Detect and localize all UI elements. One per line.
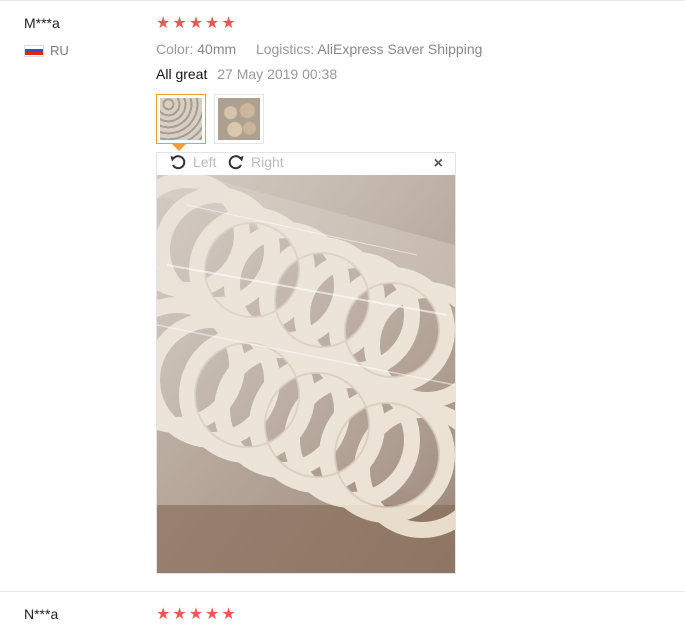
close-icon[interactable]: × [434,155,443,173]
rotate-right-label: Right [251,154,284,170]
feedback-text: All great [156,66,208,82]
star-icon: ★ [172,606,187,623]
logistics-value: AliExpress Saver Shipping [317,41,483,57]
review-feedback: All great 27 May 2019 00:38 [156,66,337,82]
star-icon: ★ [172,15,187,32]
star-icon: ★ [156,15,171,32]
review-photo-large [157,175,455,573]
color-label: Color: [156,41,194,57]
active-thumbnail-caret [172,144,186,151]
star-icon: ★ [188,606,204,623]
reviewer-country: RU [24,43,69,58]
rotate-left-label: Left [193,154,217,170]
rotate-left-button[interactable]: Left [169,154,216,170]
star-icon: ★ [221,15,236,32]
star-icon: ★ [205,15,220,32]
star-icon: ★ [221,606,236,623]
star-icon: ★ [156,606,171,623]
star-icon: ★ [205,606,220,623]
photo-thumbnail-1[interactable] [156,94,206,144]
rotate-right-button[interactable]: Right [227,154,284,170]
photo-thumbnail-2[interactable] [214,94,264,144]
logistics-label: Logistics: [255,41,315,57]
russia-flag-icon [24,44,44,57]
rotate-left-icon [170,155,186,170]
star-rating: ★ ★ ★ ★ ★ [156,606,236,624]
color-value: 40mm [197,41,237,57]
review-photos [156,94,264,144]
star-icon: ★ [188,15,204,32]
order-info: Color: 40mm Logistics: AliExpress Saver … [156,41,482,57]
review-date: 27 May 2019 00:38 [217,66,338,82]
rotate-right-icon [228,155,244,170]
reviewer-name: M***a [24,15,60,31]
photo-viewer: Left Right × [156,152,456,574]
reviewer-name: N***a [24,606,59,622]
top-divider [0,0,685,1]
viewer-toolbar: Left Right × [157,153,455,175]
country-code: RU [50,43,69,58]
review-divider [0,591,685,592]
star-rating: ★ ★ ★ ★ ★ [156,15,236,33]
